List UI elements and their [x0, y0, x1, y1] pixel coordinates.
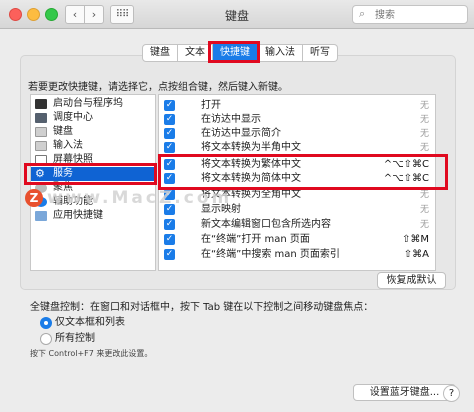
shortcut-checkbox[interactable]: ✓: [164, 249, 175, 260]
watermark-logo: Z: [25, 189, 43, 207]
shortcut-row[interactable]: ✓ 在“终端”中搜索 man 页面索引 ⇧⌘A: [159, 248, 435, 262]
tab-text[interactable]: 文本: [178, 44, 213, 62]
category-keyboard[interactable]: 键盘: [31, 125, 155, 139]
search-field[interactable]: ⌕: [352, 5, 468, 24]
shortcut-row[interactable]: ✓ 新文本编辑窗口包含所选内容无: [159, 218, 435, 232]
shortcut-checkbox[interactable]: ✓: [164, 142, 175, 153]
shortcut-row[interactable]: ✓ 打开无: [159, 99, 435, 113]
tab-bar: 键盘 文本 快捷键 输入法 听写: [142, 44, 338, 62]
shortcut-checkbox[interactable]: ✓: [164, 219, 175, 230]
shortcut-checkbox[interactable]: ✓: [164, 173, 175, 184]
keyboard-icon: [35, 127, 47, 137]
shortcut-row-simplified[interactable]: ✓ 将文本转换为简体中文 ^⌥⇧⌘C: [159, 172, 435, 186]
keyboard-control-hint: 按下 Control+F7 来更改此设置。: [30, 349, 153, 358]
restore-defaults-button[interactable]: 恢复成默认: [377, 272, 446, 289]
category-app-shortcuts[interactable]: 应用快捷键: [31, 209, 155, 223]
shortcut-checkbox[interactable]: ✓: [164, 128, 175, 139]
tab-keyboard[interactable]: 键盘: [142, 44, 178, 62]
launchpad-icon: [35, 99, 47, 109]
shortcut-checkbox[interactable]: ✓: [164, 234, 175, 245]
app-shortcuts-icon: [35, 211, 47, 221]
mission-control-icon: [35, 113, 47, 123]
shortcut-row[interactable]: ✓ 在“终端”打开 man 页面 ⇧⌘M: [159, 233, 435, 247]
gear-icon: ⚙: [35, 167, 45, 180]
category-list[interactable]: 启动台与程序坞 调度中心 键盘 输入法 屏幕快照 ⚙ 服务 聚焦 辅助功能 应用快…: [30, 94, 156, 271]
shortcut-list[interactable]: ✓ 打开无 ✓ 在访达中显示无 ✓ 在访达中显示简介无 ✓ 将文本转换为半角中文无 ✓ 将…: [158, 94, 436, 271]
instruction-text: 若要更改快捷键，请选择它，点按组合键，然后键入新键。: [28, 82, 288, 93]
shortcut-row[interactable]: ✓ 将文本转换为半角中文无: [159, 141, 435, 155]
category-input-sources[interactable]: 输入法: [31, 139, 155, 153]
category-mission-control[interactable]: 调度中心: [31, 111, 155, 125]
radio-selected-icon[interactable]: [40, 317, 52, 329]
shortcut-row-traditional[interactable]: ✓ 将文本转换为繁体中文 ^⌥⇧⌘C: [159, 158, 435, 172]
search-icon: ⌕: [359, 7, 366, 20]
category-screenshots[interactable]: 屏幕快照: [31, 153, 155, 167]
shortcut-row[interactable]: ✓ 在访达中显示简介无: [159, 127, 435, 141]
setup-bluetooth-keyboard-button[interactable]: 设置蓝牙键盘...: [353, 384, 456, 401]
tab-input-sources[interactable]: 输入法: [258, 44, 303, 62]
radio-unselected-icon[interactable]: [40, 333, 52, 345]
shortcut-checkbox[interactable]: ✓: [164, 159, 175, 170]
watermark-text: www.MacZ.com: [47, 188, 233, 208]
category-launchpad[interactable]: 启动台与程序坞: [31, 97, 155, 111]
tab-shortcuts[interactable]: 快捷键: [213, 44, 258, 62]
title-bar: ‹ › ⠿⠿ 键盘 ⌕: [0, 0, 474, 29]
tab-dictation[interactable]: 听写: [303, 44, 338, 62]
input-source-icon: [35, 141, 47, 151]
help-button[interactable]: ?: [443, 385, 460, 402]
keyboard-control-label: 全键盘控制：在窗口和对话框中，按下 Tab 键在以下控制之间移动键盘焦点：: [30, 302, 374, 313]
category-services[interactable]: ⚙ 服务: [31, 167, 155, 181]
search-input[interactable]: [373, 7, 465, 23]
shortcut-checkbox[interactable]: ✓: [164, 114, 175, 125]
shortcut-checkbox[interactable]: ✓: [164, 100, 175, 111]
screenshot-icon: [35, 155, 47, 165]
shortcut-row[interactable]: ✓ 在访达中显示无: [159, 113, 435, 127]
